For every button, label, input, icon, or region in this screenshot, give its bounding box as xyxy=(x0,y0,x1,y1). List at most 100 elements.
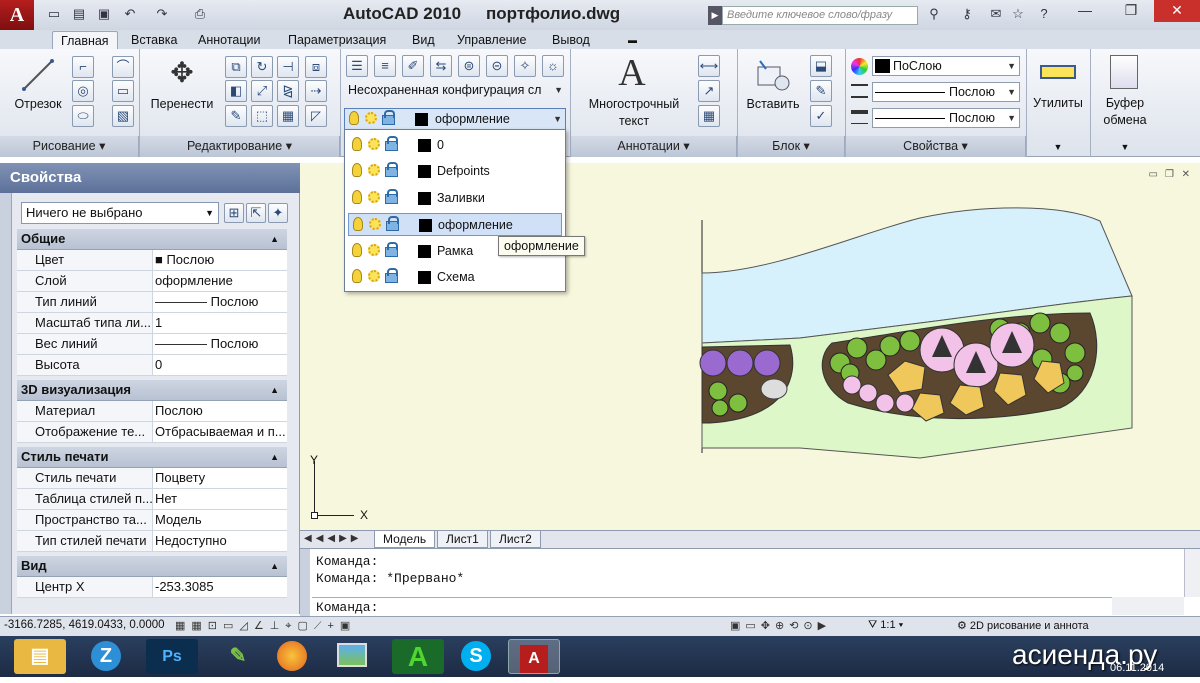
prop-row[interactable]: Таблица стилей п... Нет xyxy=(17,489,287,510)
prop-row[interactable]: Центр X -253.3085 xyxy=(17,577,287,598)
unlock-icon[interactable] xyxy=(385,268,398,283)
navigation-icons[interactable]: ▣▭✥⊕⟲⊙▶ xyxy=(730,619,831,632)
unlock-icon[interactable] xyxy=(385,242,398,257)
ellipse-icon[interactable]: ⬭ xyxy=(72,105,94,127)
light-bulb-icon[interactable] xyxy=(352,190,362,204)
tab-insert[interactable]: Вставка xyxy=(123,31,185,49)
prop-row[interactable]: Тип стилей печати Недоступно xyxy=(17,531,287,552)
notepad-icon[interactable]: ✎ xyxy=(212,639,264,674)
tab-model[interactable]: Модель xyxy=(374,531,436,548)
tab-parametric[interactable]: Параметризация xyxy=(280,31,394,49)
command-input[interactable]: Команда: xyxy=(312,597,1112,615)
sun-icon[interactable] xyxy=(369,218,381,230)
tab-annotate[interactable]: Аннотации xyxy=(190,31,268,49)
panel-block[interactable]: Блок ▾ xyxy=(738,136,845,157)
utilities-label[interactable]: Утилиты xyxy=(1028,95,1088,111)
light-bulb-icon[interactable] xyxy=(352,163,362,177)
prop-row[interactable]: Отображение те... Отбрасываемая и п... xyxy=(17,422,287,443)
sun-icon[interactable] xyxy=(368,244,380,256)
dimension-icon[interactable]: ⟷ xyxy=(698,55,720,77)
select-objects-icon[interactable]: ⇱ xyxy=(246,203,266,223)
layer-item[interactable]: Defpoints xyxy=(348,160,562,183)
application-menu-button[interactable]: A xyxy=(0,0,34,30)
layer-freeze-icon[interactable]: ✧ xyxy=(514,55,536,77)
layer-isolate-icon[interactable]: ⊜ xyxy=(458,55,480,77)
command-scrollbar[interactable] xyxy=(1184,549,1200,597)
search-toggle-icon[interactable]: ▶ xyxy=(708,6,722,25)
clipboard-dropdown-icon[interactable]: ▼ xyxy=(1094,139,1156,155)
chamfer-icon[interactable]: ◸ xyxy=(305,105,327,127)
close-icon[interactable]: ✕ xyxy=(1154,0,1200,22)
key-icon[interactable]: ⚷ xyxy=(957,5,977,23)
arc-icon[interactable]: ⌒ xyxy=(112,56,134,78)
tab-manage[interactable]: Управление xyxy=(449,31,535,49)
layer-item-selected[interactable]: оформление xyxy=(348,213,562,236)
clipboard-icon[interactable] xyxy=(1110,55,1138,89)
photoshop-icon[interactable]: Ps xyxy=(146,639,198,674)
layer-state-combo[interactable]: Несохраненная конфигурация сл ▼ xyxy=(344,81,566,101)
layer-item[interactable]: Заливки xyxy=(348,187,562,210)
unlock-icon[interactable] xyxy=(385,162,398,177)
layer-combo[interactable]: оформление ▼ xyxy=(344,108,566,130)
panel-properties[interactable]: Свойства ▾ xyxy=(846,136,1026,157)
rectangle-icon[interactable]: ▭ xyxy=(112,80,134,102)
ribbon-minimize-icon[interactable]: ▬ xyxy=(620,31,645,49)
rotate-icon[interactable]: ↻ xyxy=(251,56,273,78)
favorites-star-icon[interactable]: ☆ xyxy=(1008,5,1028,23)
infocenter-search-input[interactable]: Введите ключевое слово/фразу xyxy=(722,6,918,25)
trim-icon[interactable]: ⊣ xyxy=(277,56,299,78)
color-wheel-icon[interactable] xyxy=(851,58,868,75)
prop-row[interactable]: Пространство та... Модель xyxy=(17,510,287,531)
stretch-icon[interactable]: ◧ xyxy=(225,80,247,102)
annotation-scale[interactable]: ⛛ 1:1 ▾ xyxy=(868,619,903,632)
multiline-text-icon[interactable]: A xyxy=(614,53,650,93)
linetype-icon[interactable] xyxy=(851,84,868,98)
selection-combo[interactable]: Ничего не выбрано ▼ xyxy=(21,202,219,224)
panel-annotation[interactable]: Аннотации ▾ xyxy=(571,136,737,157)
mirror-icon[interactable]: ⧎ xyxy=(277,80,299,102)
prop-row[interactable]: Масштаб типа ли... 1 xyxy=(17,313,287,334)
extend-icon[interactable]: ⇢ xyxy=(305,80,327,102)
archicad-icon[interactable]: A xyxy=(392,639,444,674)
linetype-combo[interactable]: Послою ▼ xyxy=(872,82,1020,102)
unlock-icon[interactable] xyxy=(386,216,399,231)
layer-off-icon[interactable]: ☼ xyxy=(542,55,564,77)
skype-icon[interactable]: S xyxy=(450,639,502,674)
light-bulb-icon[interactable] xyxy=(352,269,362,283)
undo-icon[interactable]: ↶ xyxy=(120,5,140,23)
workspace-switch[interactable]: ⚙ 2D рисование и аннота xyxy=(957,619,1089,632)
prop-row[interactable]: Стиль печати Поцвету xyxy=(17,468,287,489)
sun-icon[interactable] xyxy=(368,191,380,203)
maximize-icon[interactable]: ❐ xyxy=(1108,0,1154,22)
zune-app-icon[interactable]: Z xyxy=(80,639,132,674)
hatch-icon[interactable]: ▧ xyxy=(112,105,134,127)
help-icon[interactable]: ? xyxy=(1034,5,1054,23)
layer-item[interactable]: Схема xyxy=(348,266,562,289)
section-3d-visualization[interactable]: 3D визуализация ▲ xyxy=(17,380,287,401)
array-icon[interactable]: ⬚ xyxy=(251,105,273,127)
utilities-dropdown-icon[interactable]: ▼ xyxy=(1028,139,1088,155)
prop-row[interactable]: Вес линий ———— Послою xyxy=(17,334,287,355)
command-hscrollbar[interactable] xyxy=(1112,597,1184,615)
color-combo[interactable]: ПоСлою ▼ xyxy=(872,56,1020,76)
leader-icon[interactable]: ↗ xyxy=(698,80,720,102)
tab-layout2[interactable]: Лист2 xyxy=(490,531,541,548)
layer-state-icon[interactable]: ≡ xyxy=(374,55,396,77)
layer-unisolate-icon[interactable]: ⊝ xyxy=(486,55,508,77)
polyline-icon[interactable]: ⌐ xyxy=(72,56,94,78)
prop-row[interactable]: Тип линий ———— Послою xyxy=(17,292,287,313)
autocad-taskbar-icon[interactable]: A xyxy=(508,639,560,674)
move-icon[interactable]: ✥ xyxy=(164,55,200,91)
new-file-icon[interactable]: ▭ xyxy=(44,5,64,23)
prop-row[interactable]: Слой оформление xyxy=(17,271,287,292)
drafting-settings-icons[interactable]: ▦▦⊡▭◿∠⊥⌖▢⟋+▣ xyxy=(175,619,356,633)
binoculars-icon[interactable]: ⚲ xyxy=(924,5,944,23)
edit-attributes-icon[interactable]: ✓ xyxy=(810,105,832,127)
section-general[interactable]: Общие ▲ xyxy=(17,229,287,250)
tab-navigation-arrows-icon[interactable]: ◀◀◀▶▶ xyxy=(304,533,362,544)
layer-previous-icon[interactable]: ⇆ xyxy=(430,55,452,77)
layer-properties-icon[interactable]: ☰ xyxy=(346,55,368,77)
light-bulb-icon[interactable] xyxy=(352,243,362,257)
lineweight-icon[interactable] xyxy=(851,110,868,124)
light-bulb-icon[interactable] xyxy=(352,137,362,151)
